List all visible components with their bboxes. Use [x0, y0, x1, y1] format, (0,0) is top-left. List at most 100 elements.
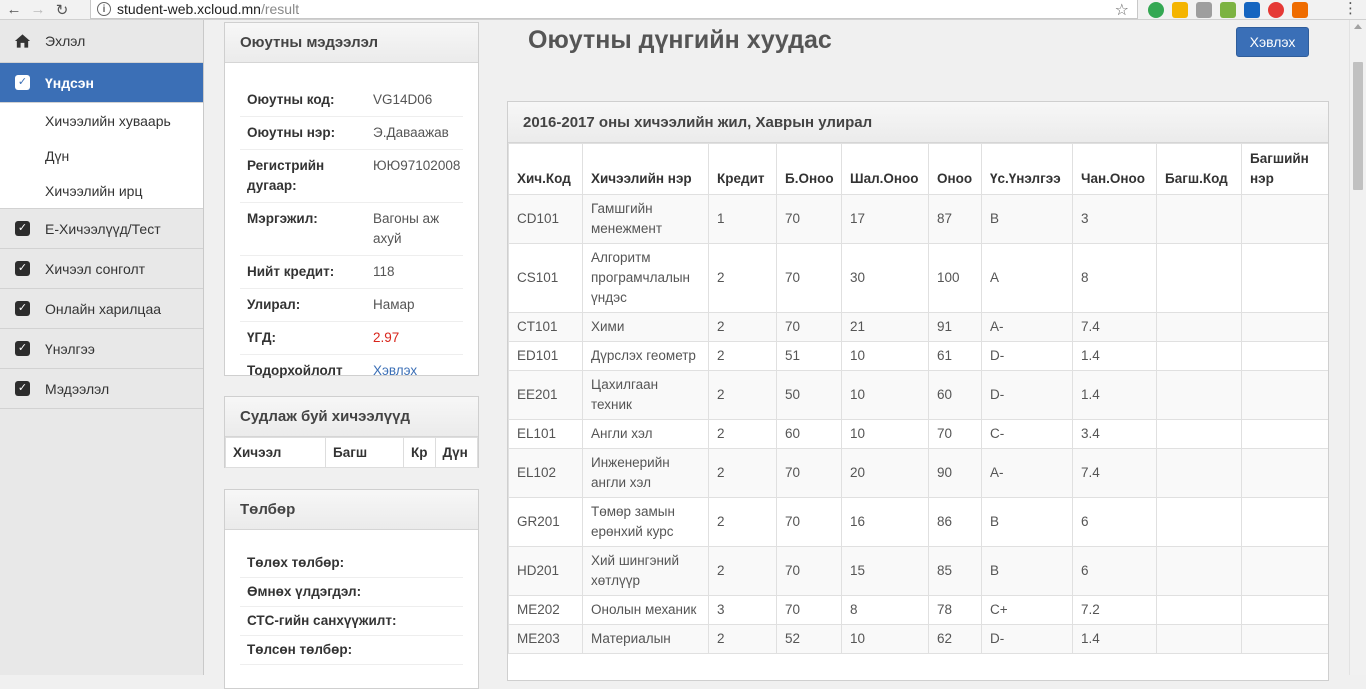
scroll-thumb[interactable]	[1353, 62, 1363, 190]
table-cell	[1156, 497, 1242, 547]
extension-icon[interactable]	[1196, 2, 1212, 18]
extension-icon[interactable]	[1220, 2, 1236, 18]
table-cell: 15	[841, 546, 929, 596]
grades-column-header: Үс.Үнэлгээ	[981, 143, 1073, 195]
info-label: Регистрийн дугаар:	[247, 158, 325, 193]
table-cell	[1241, 448, 1328, 498]
sidebar-subitem-schedule[interactable]: Хичээлийн хуваарь	[0, 103, 203, 138]
table-cell	[1156, 243, 1242, 313]
table-cell: Хий шингэний хөтлүүр	[582, 546, 709, 596]
table-cell: 2	[708, 243, 777, 313]
extension-icon[interactable]	[1148, 2, 1164, 18]
table-row: GR201 Төмөр замын ерөнхий курс 2 70 16 86 B 6	[508, 497, 1328, 547]
table-cell: EE201	[508, 370, 583, 420]
forward-icon[interactable]: →	[28, 0, 48, 20]
bookmark-star-icon[interactable]: ☆	[1115, 0, 1129, 20]
table-cell: 8	[841, 595, 929, 625]
table-cell: 2	[708, 497, 777, 547]
sidebar-item-evaluation[interactable]: ✓ Үнэлгээ	[0, 329, 203, 369]
info-value: Э.Даваажав	[373, 125, 449, 140]
home-icon	[14, 33, 31, 50]
table-header: Кр	[403, 437, 436, 468]
extension-icons	[1148, 2, 1308, 18]
back-icon[interactable]: ←	[4, 0, 24, 20]
info-row: Мэргэжил: Вагоны аж ахуй	[240, 203, 463, 256]
info-icon[interactable]: i	[97, 2, 111, 16]
extension-icon[interactable]	[1244, 2, 1260, 18]
table-cell: 10	[841, 624, 929, 654]
sidebar-submenu: Хичээлийн хуваарь Дүн Хичээлийн ирц	[0, 103, 203, 209]
table-cell	[1156, 624, 1242, 654]
browser-menu-icon[interactable]: ⋮	[1343, 1, 1358, 17]
table-cell: 7.4	[1072, 448, 1157, 498]
table-cell: 20	[841, 448, 929, 498]
extension-icon[interactable]	[1172, 2, 1188, 18]
table-cell: 1.4	[1072, 341, 1157, 371]
sidebar-item-e-lessons[interactable]: ✓ Е-Хичээлүүд/Тест	[0, 209, 203, 249]
table-cell: Онолын механик	[582, 595, 709, 625]
grades-column-header: Хичээлийн нэр	[582, 143, 709, 195]
sidebar-subitem-attendance[interactable]: Хичээлийн ирц	[0, 173, 203, 208]
table-cell	[1241, 243, 1328, 313]
table-cell: 6	[1072, 546, 1157, 596]
table-cell	[1156, 595, 1242, 625]
info-row: Тодорхойлолт Хэвлэх	[240, 355, 463, 387]
checkbox-icon: ✓	[14, 220, 31, 237]
table-cell: 16	[841, 497, 929, 547]
table-cell: 17	[841, 194, 929, 244]
info-row: Улирал: Намар	[240, 289, 463, 322]
print-button[interactable]: Хэвлэх	[1236, 27, 1309, 57]
table-cell: CD101	[508, 194, 583, 244]
info-label: Мэргэжил:	[247, 211, 318, 226]
grades-column-header: Б.Оноо	[776, 143, 842, 195]
sidebar-item-main[interactable]: ✓ Үндсэн	[0, 63, 203, 103]
table-cell: Хими	[582, 312, 709, 342]
table-cell: 70	[776, 497, 842, 547]
grades-column-header: Хич.Код	[508, 143, 583, 195]
gpa-value: 2.97	[373, 330, 400, 345]
table-cell: 3	[1072, 194, 1157, 244]
table-cell: 8	[1072, 243, 1157, 313]
extension-icon[interactable]	[1268, 2, 1284, 18]
table-row: HD201 Хий шингэний хөтлүүр 2 70 15 85 B 6	[508, 546, 1328, 596]
sidebar-item-course-selection[interactable]: ✓ Хичээл сонголт	[0, 249, 203, 289]
table-cell: ME202	[508, 595, 583, 625]
table-cell: 1.4	[1072, 624, 1157, 654]
sidebar-subitem-grades[interactable]: Дүн	[0, 138, 203, 173]
table-cell: 62	[928, 624, 982, 654]
page-scrollbar[interactable]	[1349, 20, 1366, 675]
table-row: CD101 Гамшгийн менежмент 1 70 17 87 B 3	[508, 194, 1328, 244]
sidebar-item-information[interactable]: ✓ Мэдээлэл	[0, 369, 203, 409]
table-cell	[1156, 341, 1242, 371]
info-label: Улирал:	[247, 297, 301, 312]
table-cell: 70	[776, 595, 842, 625]
payment-row: Өмнөх үлдэгдэл:	[240, 578, 463, 607]
extension-icon[interactable]	[1292, 2, 1308, 18]
print-certificate-link[interactable]: Хэвлэх	[373, 361, 463, 381]
table-cell: 21	[841, 312, 929, 342]
scroll-up-arrow-icon[interactable]	[1354, 24, 1362, 29]
sidebar-item-online-communication[interactable]: ✓ Онлайн харилцаа	[0, 289, 203, 329]
table-cell: 2	[708, 419, 777, 449]
table-cell: 2	[708, 448, 777, 498]
table-cell: 51	[776, 341, 842, 371]
info-value: Вагоны аж ахуй	[373, 211, 440, 246]
table-row: CS101 Алгоритм програмчлалын үндэс 2 70 30 10…	[508, 243, 1328, 313]
table-cell: 30	[841, 243, 929, 313]
reload-icon[interactable]: ↻	[52, 0, 72, 20]
table-cell: 70	[928, 419, 982, 449]
table-cell	[1241, 194, 1328, 244]
table-row: EE201 Цахилгаан техник 2 50 10 60 D- 1.4	[508, 370, 1328, 420]
current-courses-panel: Судлаж буй хичээлүүд Хичээл Багш Кр Дүн	[224, 396, 479, 468]
info-label: Нийт кредит:	[247, 264, 335, 279]
table-cell: 60	[776, 419, 842, 449]
table-cell: 2	[708, 370, 777, 420]
table-cell: ME203	[508, 624, 583, 654]
sidebar-item-home[interactable]: Эхлэл	[0, 20, 203, 63]
url-path: /result	[260, 1, 300, 17]
table-cell: 1.4	[1072, 370, 1157, 420]
table-cell: A	[981, 243, 1073, 313]
table-cell: Инженерийн англи хэл	[582, 448, 709, 498]
address-bar[interactable]: i student-web.xcloud.mn/result ☆	[90, 0, 1138, 19]
info-label: ҮГД:	[247, 330, 276, 345]
